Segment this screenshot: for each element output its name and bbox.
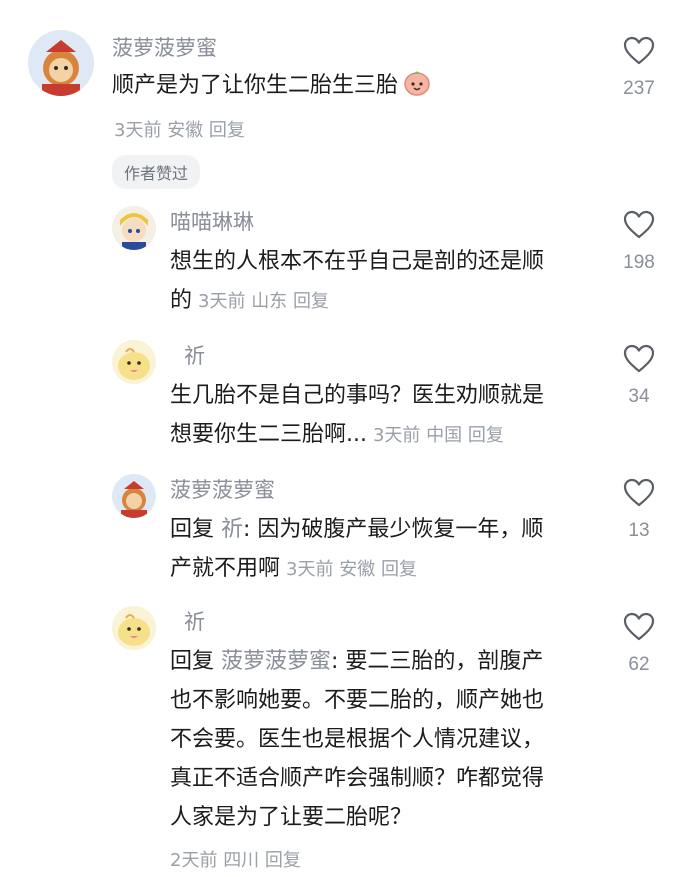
avatar[interactable] [112,606,156,650]
comment-line: 真正不适合顺产咋会强制顺？咋都觉得 [170,766,545,791]
like-count: 13 [628,520,650,541]
comment-text: 回复 祈: 因为破腹产最少恢复一年，顺 产就不用啊 3天前 安徽 回复 [170,510,543,589]
location: 四川 [223,850,260,871]
reply-button[interactable]: 回复 [468,425,504,446]
location: 安徽 [167,120,204,141]
reply-button[interactable]: 回复 [265,850,301,871]
comment-text: 想生的人根本不在乎自己是剖的还是顺 的 3天前 山东 回复 [170,242,544,321]
like-button[interactable]: 198 [614,210,664,274]
cartoon-chick-avatar-icon [112,606,156,650]
author-liked-badge: 作者赞过 [112,155,201,189]
heart-icon [623,478,655,507]
username[interactable]: 喵喵琳琳 [170,208,254,236]
comment-line: : 因为破腹产最少恢复一年，顺 [243,517,544,542]
like-count: 62 [628,654,650,675]
comment-text: 顺产是为了让你生二胎生三胎 [112,66,432,110]
like-button[interactable]: 34 [614,344,664,408]
heart-icon [623,344,655,373]
like-count: 237 [623,78,655,99]
timestamp: 2天前 [170,850,218,871]
heart-icon [623,36,655,65]
comment-text: 生几胎不是自己的事吗？医生劝顺就是 想要你生二三胎啊... 3天前 中国 回复 [170,376,544,455]
comment-meta: 3天前 山东 回复 [198,291,329,312]
reply-button[interactable]: 回复 [293,291,329,312]
avatar[interactable] [112,340,156,384]
comment-line: : 要二三胎的，剖腹产 [331,649,544,674]
comment-line: 想生的人根本不在乎自己是剖的还是顺 [170,249,545,274]
reply-target-username[interactable]: 菠萝菠萝蜜 [221,649,331,674]
comment-meta: 2天前 四川 回复 [170,846,301,872]
comment-line: 生几胎不是自己的事吗？医生劝顺就是 [170,383,545,408]
location: 中国 [426,425,463,446]
location: 安徽 [339,559,376,580]
reply-target-username[interactable]: 祈 [221,517,243,542]
comment-meta: 3天前 中国 回复 [373,425,504,446]
username[interactable]: 菠萝菠萝蜜 [170,476,275,504]
comment-meta: 3天前 安徽 回复 [114,116,245,142]
sailor-moon-avatar-icon [112,206,156,250]
username[interactable]: 菠萝菠萝蜜 [112,34,217,62]
like-count: 34 [628,386,650,407]
like-count: 198 [623,252,655,273]
reply-button[interactable]: 回复 [381,559,417,580]
timestamp: 3天前 [286,559,334,580]
comment-line: 顺产是为了让你生二胎生三胎 [112,73,399,98]
timestamp: 3天前 [372,425,421,446]
username[interactable]: 祈 [184,608,205,636]
reply-prefix: 回复 [170,517,215,542]
comment-line: 的 [170,288,193,313]
comment-text: 回复 菠萝菠萝蜜: 要二三胎的，剖腹产 也不影响她要。不要二胎的，顺产她也 不会… [170,642,544,837]
peach-face-emoji-icon [402,67,432,110]
like-button[interactable]: 237 [614,36,664,100]
comment-meta: 3天前 安徽 回复 [286,559,417,580]
heart-icon [623,210,655,239]
comment-line: 想要你生二三胎啊... [170,422,367,447]
like-button[interactable]: 62 [614,612,664,676]
comment-line: 产就不用啊 [170,556,281,581]
avatar[interactable] [112,474,156,518]
like-button[interactable]: 13 [614,478,664,542]
timestamp: 3天前 [114,120,162,141]
monkey-king-avatar-icon [112,474,156,518]
heart-icon [623,612,655,641]
username[interactable]: 祈 [184,342,205,370]
comment-line: 不会要。医生也是根据个人情况建议， [170,727,545,752]
cartoon-chick-avatar-icon [112,340,156,384]
location: 山东 [251,291,288,312]
comment-line: 人家是为了让要二胎呢？ [170,805,413,830]
comment-line: 也不影响她要。不要二胎的，顺产她也 [170,688,545,713]
reply-prefix: 回复 [170,649,215,674]
avatar[interactable] [28,30,94,96]
monkey-king-avatar-icon [28,30,94,96]
timestamp: 3天前 [198,291,246,312]
avatar[interactable] [112,206,156,250]
reply-button[interactable]: 回复 [209,120,245,141]
